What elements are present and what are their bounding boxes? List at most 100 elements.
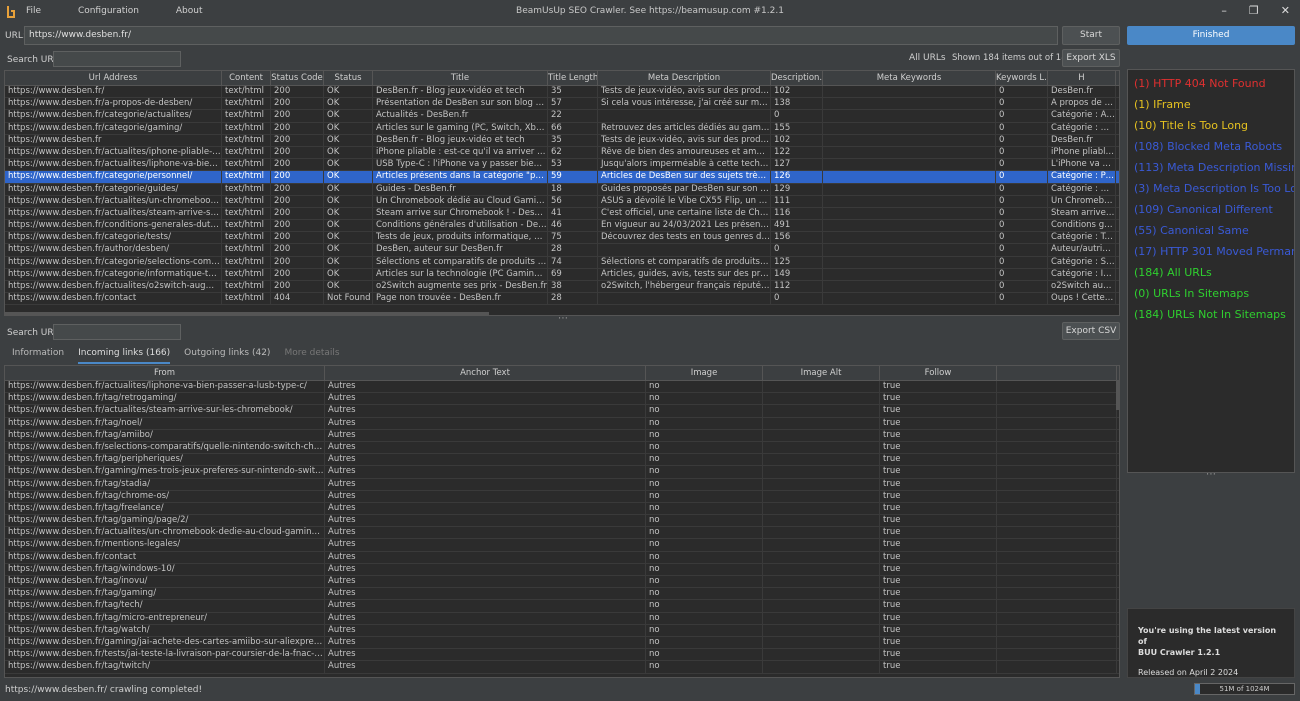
issue-filter-item[interactable]: (184) All URLs: [1128, 263, 1294, 284]
table-cell: https://www.desben.fr: [5, 134, 222, 146]
table-row[interactable]: https://www.desben.fr/categorie/gaming/t…: [5, 122, 1119, 135]
version-line-2: BUU Crawler 1.2.1: [1138, 648, 1221, 657]
panel-splitter-icon[interactable]: ⋯: [1206, 469, 1216, 480]
table-row[interactable]: https://www.desben.fr/tag/micro-entrepre…: [5, 612, 1119, 625]
table-row[interactable]: https://www.desben.fr/categorie/personne…: [5, 171, 1119, 184]
table-row[interactable]: https://www.desben.fr/selections-compara…: [5, 441, 1119, 455]
tab-incoming-links[interactable]: Incoming links (166): [78, 348, 171, 364]
table-row[interactable]: https://www.desben.fr/gaming/mes-trois-j…: [5, 466, 1119, 479]
export-xls-button[interactable]: Export XLS: [1062, 49, 1120, 67]
issue-filter-item[interactable]: (184) URLs Not In Sitemaps: [1128, 305, 1294, 326]
table-row[interactable]: https://www.desben.fr/tag/windows-10/Aut…: [5, 563, 1119, 576]
table-row[interactable]: https://www.desben.fr/a-propos-de-desben…: [5, 98, 1119, 111]
issue-filter-item[interactable]: (0) URLs In Sitemaps: [1128, 284, 1294, 305]
tab-information[interactable]: Information: [12, 348, 64, 364]
table-row[interactable]: https://www.desben.fr/tag/tech/Autres no t…: [5, 600, 1119, 613]
table-cell: https://www.desben.fr/contact: [5, 293, 222, 305]
table-row[interactable]: https://www.desben.fr/conditions-general…: [5, 220, 1119, 233]
issue-filter-item[interactable]: (17) HTTP 301 Moved Permanent...: [1128, 242, 1294, 263]
tab-more-details[interactable]: More details: [284, 348, 339, 364]
vertical-scrollbar[interactable]: [1116, 380, 1120, 410]
table-row[interactable]: https://www.desben.fr/tag/retrogaming/Au…: [5, 393, 1119, 406]
table-cell: Jusqu'alors imperméable à cette technolo…: [598, 159, 771, 171]
column-header[interactable]: Description...: [771, 71, 823, 85]
table-row[interactable]: https://www.desben.fr text/html 200 OK DesBe…: [5, 134, 1119, 147]
column-header[interactable]: Anchor Text: [325, 366, 646, 380]
all-urls-filter[interactable]: All URLs: [909, 53, 946, 63]
splitter-handle-icon[interactable]: ⋯: [558, 313, 568, 324]
export-csv-button[interactable]: Export CSV: [1062, 322, 1120, 340]
column-header[interactable]: [997, 366, 1117, 380]
table-row[interactable]: https://www.desben.fr/actualites/un-chro…: [5, 195, 1119, 208]
table-cell: Tests de jeux-vidéo, avis sur des produi…: [598, 134, 771, 146]
issue-filter-item[interactable]: (113) Meta Description Missing: [1128, 158, 1294, 179]
search-url-input[interactable]: [53, 51, 181, 67]
table-row[interactable]: https://www.desben.fr/tag/peripheriques/…: [5, 454, 1119, 467]
issue-filter-item[interactable]: (55) Canonical Same: [1128, 221, 1294, 242]
table-row[interactable]: https://www.desben.fr/tag/amiibo/Autres n…: [5, 429, 1119, 442]
table-row[interactable]: https://www.desben.fr/mentions-legales/A…: [5, 539, 1119, 552]
table-row[interactable]: https://www.desben.fr/categorie/informat…: [5, 268, 1119, 281]
table-row[interactable]: https://www.desben.fr/tag/watch/Autres no…: [5, 624, 1119, 637]
table-row[interactable]: https://www.desben.fr/tag/freelance/Autr…: [5, 502, 1119, 516]
table-row[interactable]: https://www.desben.fr/author/desben/text…: [5, 244, 1119, 257]
column-header[interactable]: Title: [373, 71, 548, 85]
table-cell: 28: [548, 244, 598, 256]
menu-configuration[interactable]: Configuration: [78, 6, 139, 16]
menu-about[interactable]: About: [176, 6, 203, 16]
table-row[interactable]: https://www.desben.fr/actualites/o2switc…: [5, 281, 1119, 294]
table-row[interactable]: https://www.desben.fr/actualites/steam-a…: [5, 405, 1119, 418]
table-row[interactable]: https://www.desben.fr/tests/jai-teste-la…: [5, 649, 1119, 662]
table-row[interactable]: https://www.desben.fr/gaming/jai-achete-…: [5, 636, 1119, 650]
finished-button[interactable]: Finished: [1127, 26, 1295, 45]
table-row[interactable]: https://www.desben.fr/tag/chrome-os/Autr…: [5, 490, 1119, 503]
issue-filter-item[interactable]: (108) Blocked Meta Robots: [1128, 137, 1294, 158]
table-row[interactable]: https://www.desben.fr/actualites/liphone…: [5, 381, 1119, 394]
column-header[interactable]: Image Alt: [763, 366, 880, 380]
search-url-input-2[interactable]: [53, 324, 181, 340]
column-header[interactable]: Content: [222, 71, 271, 85]
table-row[interactable]: https://www.desben.fr/actualites/liphone…: [5, 159, 1119, 172]
column-header[interactable]: Title Length: [548, 71, 598, 85]
tab-outgoing-links[interactable]: Outgoing links (42): [184, 348, 270, 364]
table-row[interactable]: https://www.desben.fr/tag/gaming/page/2/…: [5, 515, 1119, 528]
column-header[interactable]: Meta Description: [598, 71, 771, 85]
maximize-icon[interactable]: ❐: [1249, 4, 1259, 17]
table-row[interactable]: https://www.desben.fr/actualites/iphone-…: [5, 146, 1119, 160]
menu-file[interactable]: File: [26, 6, 41, 16]
table-row[interactable]: https://www.desben.fr/categorie/actualit…: [5, 110, 1119, 123]
column-header[interactable]: Follow: [880, 366, 997, 380]
column-header[interactable]: Meta Keywords: [823, 71, 996, 85]
table-row[interactable]: https://www.desben.fr/tag/gaming/Autres n…: [5, 588, 1119, 601]
table-row[interactable]: https://www.desben.fr/tag/twitch/Autres n…: [5, 661, 1119, 674]
close-icon[interactable]: ✕: [1281, 4, 1290, 17]
table-row[interactable]: https://www.desben.fr/actualites/steam-a…: [5, 207, 1119, 221]
issue-filter-item[interactable]: (3) Meta Description Is Too Long: [1128, 179, 1294, 200]
issue-filter-item[interactable]: (10) Title Is Too Long: [1128, 116, 1294, 137]
table-row[interactable]: https://www.desben.fr/text/html 200 OK DesB…: [5, 86, 1119, 99]
issue-filter-item[interactable]: (1) HTTP 404 Not Found: [1128, 74, 1294, 95]
column-header[interactable]: Image: [646, 366, 763, 380]
table-row[interactable]: https://www.desben.fr/tag/inovu/Autres no…: [5, 576, 1119, 589]
minimize-icon[interactable]: –: [1221, 4, 1227, 17]
table-row[interactable]: https://www.desben.fr/tag/noel/Autres no t…: [5, 417, 1119, 430]
table-row[interactable]: https://www.desben.fr/tag/stadia/Autres n…: [5, 478, 1119, 491]
start-button[interactable]: Start: [1062, 26, 1120, 45]
url-input[interactable]: https://www.desben.fr/: [24, 26, 1058, 45]
issue-filter-item[interactable]: (109) Canonical Different: [1128, 200, 1294, 221]
table-row[interactable]: https://www.desben.fr/contact text/html 40…: [5, 293, 1119, 306]
column-header[interactable]: Status Code: [271, 71, 324, 85]
table-row[interactable]: https://www.desben.fr/contact Autres no tru…: [5, 551, 1119, 564]
column-header[interactable]: Url Address: [5, 71, 222, 85]
issue-filter-item[interactable]: (1) IFrame: [1128, 95, 1294, 116]
column-header[interactable]: H: [1048, 71, 1116, 85]
table-row[interactable]: https://www.desben.fr/categorie/tests/te…: [5, 232, 1119, 245]
column-header[interactable]: Status: [324, 71, 373, 85]
horizontal-scrollbar[interactable]: [5, 312, 489, 316]
table-row[interactable]: https://www.desben.fr/categorie/selectio…: [5, 256, 1119, 269]
table-row[interactable]: https://www.desben.fr/actualites/un-chro…: [5, 527, 1119, 540]
table-cell: true: [880, 502, 997, 515]
column-header[interactable]: From: [5, 366, 325, 380]
table-row[interactable]: https://www.desben.fr/categorie/guides/t…: [5, 183, 1119, 196]
column-header[interactable]: Keywords L...: [996, 71, 1048, 85]
